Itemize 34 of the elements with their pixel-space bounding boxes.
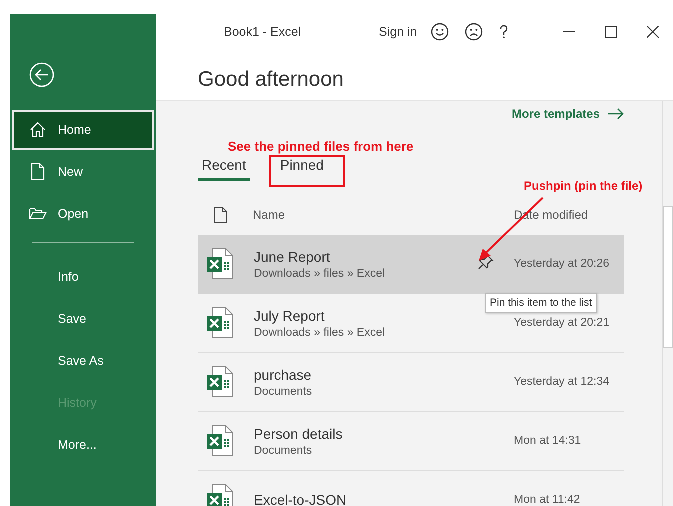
sidebar-item[interactable]: Open (12, 194, 154, 234)
date-modified: Mon at 14:31 (514, 435, 582, 447)
annotation-text: See the pinned files from here (228, 139, 414, 154)
file-row[interactable]: Person details Documents Mon at 14:31 (198, 412, 624, 471)
sign-in-link[interactable]: Sign in (379, 25, 418, 39)
file-path: Downloads » files » Excel (254, 326, 386, 338)
file-name: Excel-to-JSON (254, 492, 348, 506)
more-templates-link[interactable]: More templates (512, 107, 624, 121)
file-name: Person details (254, 426, 344, 442)
date-modified: Yesterday at 20:26 (514, 258, 610, 270)
date-modified: Yesterday at 12:34 (514, 376, 610, 388)
annotation-text: Pushpin (pin the file) (524, 179, 643, 193)
greeting: Good afternoon (197, 67, 345, 93)
date-modified: Yesterday at 20:21 (514, 317, 610, 329)
file-row[interactable]: purchase Documents Yesterday at 12:34 (198, 353, 624, 412)
tab[interactable]: Recent (198, 151, 250, 181)
sidebar-item[interactable]: Save As (12, 341, 154, 381)
sidebar-item[interactable]: Home (12, 110, 154, 150)
file-path: Downloads » files » Excel (254, 268, 386, 280)
column-header[interactable]: Name (253, 208, 514, 222)
sidebar-item[interactable]: Info (12, 257, 154, 297)
file-row[interactable]: June Report Downloads » files » Excel Yesterday at 20:26 (198, 235, 624, 294)
file-name: purchase (254, 366, 313, 382)
date-modified: Mon at 11:42 (514, 494, 582, 506)
tooltip: Pin this item to the list (485, 293, 598, 313)
sidebar-item[interactable]: New (12, 152, 154, 192)
sidebar-item[interactable]: Save (12, 299, 154, 339)
file-name: July Report (254, 308, 326, 324)
file-path: Documents (254, 444, 314, 456)
sidebar-item[interactable]: More... (12, 425, 154, 465)
window-title: Book1 - Excel (224, 25, 302, 39)
file-row[interactable]: Excel-to-JSON Mon at 11:42 (198, 471, 624, 506)
file-path: Documents (254, 386, 314, 398)
file-name: June Report (254, 248, 332, 264)
